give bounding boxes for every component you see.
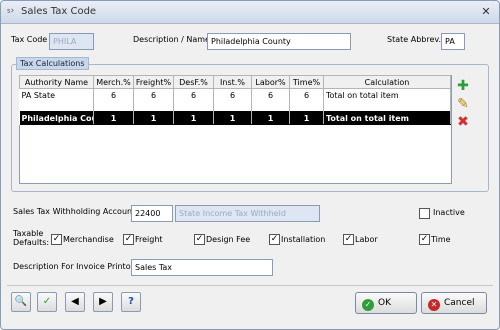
col-labor[interactable]: Labor% xyxy=(251,75,290,89)
state-abbrev-field[interactable]: PA xyxy=(441,33,465,50)
labor-checkbox[interactable]: ✓ xyxy=(343,234,354,245)
labor-label: Labor xyxy=(355,235,378,244)
close-button[interactable]: ✕ xyxy=(479,5,493,19)
inactive-checkbox[interactable] xyxy=(419,208,430,219)
time-checkbox[interactable]: ✓ xyxy=(419,234,430,245)
add-row-button[interactable]: ✚ xyxy=(453,77,473,95)
cell-merch: 6 xyxy=(93,88,134,101)
previous-button[interactable]: ◀ xyxy=(65,292,85,312)
help-button[interactable]: ? xyxy=(121,292,141,312)
check-icon: ✓ xyxy=(362,299,374,311)
col-time[interactable]: Time% xyxy=(289,75,324,89)
taxable-label: Taxable xyxy=(13,229,44,238)
inactive-label: Inactive xyxy=(433,208,465,217)
design-fee-checkbox[interactable]: ✓ xyxy=(194,234,205,245)
next-button[interactable]: ▶ xyxy=(93,292,113,312)
triangle-left-icon: ◀ xyxy=(71,296,79,307)
cancel-button[interactable]: ✕ Cancel xyxy=(421,292,487,314)
cell-time: 6 xyxy=(289,88,324,101)
col-freight[interactable]: Freight% xyxy=(133,75,174,89)
invoice-description-label: Description For Invoice Printout xyxy=(13,262,139,271)
cell-desf: 1 xyxy=(173,111,214,125)
table-row[interactable]: PA State 6 6 6 6 6 6 Total on total item xyxy=(19,88,451,101)
plus-icon: ✚ xyxy=(457,78,469,94)
merchandise-label: Merchandise xyxy=(63,235,114,244)
spellcheck-icon: ✓ xyxy=(42,296,52,307)
pencil-icon: ✎ xyxy=(457,96,469,112)
cell-inst: 6 xyxy=(213,88,252,101)
window-title: Sales Tax Code xyxy=(21,6,97,17)
triangle-right-icon: ▶ xyxy=(99,296,107,307)
installation-checkbox[interactable]: ✓ xyxy=(269,234,280,245)
cell-calculation: Total on total item xyxy=(323,111,451,125)
cell-freight: 1 xyxy=(133,111,174,125)
installation-label: Installation xyxy=(281,235,326,244)
cell-calculation: Total on total item xyxy=(323,88,451,101)
ok-button[interactable]: ✓ OK xyxy=(355,292,417,314)
description-field[interactable]: Philadelphia County xyxy=(207,33,351,50)
withholding-account-field[interactable]: 22400 xyxy=(131,205,173,222)
sales-tax-code-window: ₅› Sales Tax Code ✕ Tax Code PHILA Descr… xyxy=(0,0,500,330)
cancel-label: Cancel xyxy=(444,298,475,308)
grid-header-row: Authority Name Merch.% Freight% DesF.% I… xyxy=(19,75,451,89)
search-button[interactable]: 🔍 xyxy=(11,292,31,312)
col-merch[interactable]: Merch.% xyxy=(93,75,134,89)
defaults-label: Defaults: xyxy=(13,238,50,247)
tax-code-field[interactable]: PHILA xyxy=(49,33,94,50)
freight-label: Freight xyxy=(135,235,163,244)
delete-x-icon: ✖ xyxy=(457,114,469,130)
withholding-account-name: State Income Tax Withheld xyxy=(175,205,320,222)
cell-freight: 6 xyxy=(133,88,174,101)
cell-labor: 1 xyxy=(251,111,290,125)
search-icon: 🔍 xyxy=(14,296,28,307)
footer-separator xyxy=(7,285,493,286)
invoice-description-field[interactable]: Sales Tax xyxy=(131,259,273,276)
design-fee-label: Design Fee xyxy=(206,235,251,244)
cell-desf: 6 xyxy=(173,88,214,101)
cell-authority: Philadelphia County xyxy=(19,111,94,125)
description-label: Description / Name xyxy=(133,35,210,44)
state-abbrev-label: State Abbrev. xyxy=(387,35,442,44)
time-label: Time xyxy=(431,235,451,244)
tax-calculations-grid[interactable]: Authority Name Merch.% Freight% DesF.% I… xyxy=(19,75,451,125)
tax-code-label: Tax Code xyxy=(11,35,48,44)
cell-inst: 1 xyxy=(213,111,252,125)
col-inst[interactable]: Inst.% xyxy=(213,75,252,89)
tax-calculations-title: Tax Calculations xyxy=(16,57,89,70)
row-spacer xyxy=(19,101,451,112)
col-calculation[interactable]: Calculation xyxy=(323,75,451,89)
ok-label: OK xyxy=(378,298,391,308)
app-icon: ₅› xyxy=(7,6,15,16)
withholding-label: Sales Tax Withholding Account xyxy=(13,207,136,216)
title-bar: ₅› Sales Tax Code ✕ xyxy=(1,1,499,24)
table-row-selected[interactable]: Philadelphia County 1 1 1 1 1 1 Total on… xyxy=(19,111,451,125)
cancel-icon: ✕ xyxy=(428,299,440,311)
cell-time: 1 xyxy=(289,111,324,125)
edit-row-button[interactable]: ✎ xyxy=(453,95,473,113)
spellcheck-button[interactable]: ✓ xyxy=(37,292,57,312)
col-desf[interactable]: DesF.% xyxy=(173,75,214,89)
merchandise-checkbox[interactable]: ✓ xyxy=(51,234,62,245)
cell-authority: PA State xyxy=(19,88,94,101)
delete-row-button[interactable]: ✖ xyxy=(453,113,473,131)
col-authority-name[interactable]: Authority Name xyxy=(19,75,94,89)
cell-labor: 6 xyxy=(251,88,290,101)
cell-merch: 1 xyxy=(93,111,134,125)
freight-checkbox[interactable]: ✓ xyxy=(123,234,134,245)
help-icon: ? xyxy=(128,296,134,307)
